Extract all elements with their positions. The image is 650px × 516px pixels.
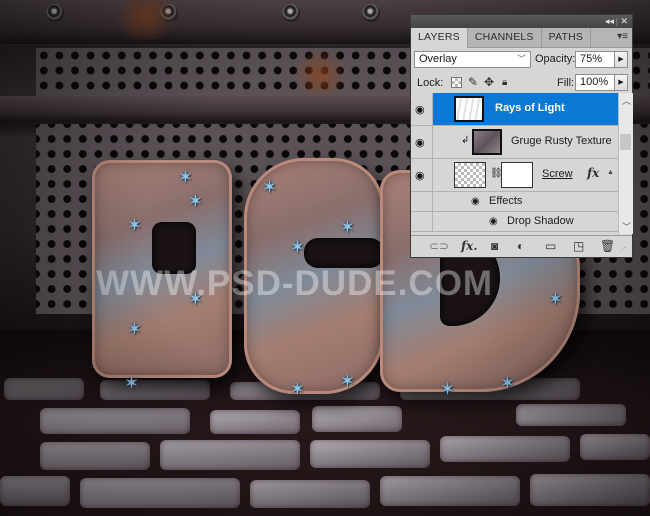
delete-layer-icon[interactable]: 🗑︎: [600, 239, 615, 253]
tab-paths[interactable]: PATHS: [542, 28, 592, 47]
visibility-toggle[interactable]: ◉: [411, 159, 433, 191]
fill-label: Fill:: [557, 77, 575, 89]
fill-slider-button[interactable]: ▶: [614, 74, 628, 91]
layer-name[interactable]: Screw: [542, 168, 573, 180]
lock-label: Lock:: [417, 77, 444, 89]
opacity-input[interactable]: 75%: [575, 51, 615, 68]
chevron-down-icon: ﹀: [516, 54, 526, 64]
link-layers-icon[interactable]: ⊂⊃: [429, 239, 449, 253]
panel-tabs: LAYERS CHANNELS PATHS ▾≡: [411, 28, 632, 48]
fx-badge-icon[interactable]: fx: [587, 166, 599, 180]
resize-grip-icon[interactable]: ⋰: [619, 244, 626, 258]
scrollbar-thumb[interactable]: [620, 134, 631, 150]
lock-image-brush-icon[interactable]: ✎: [468, 76, 478, 89]
eye-icon[interactable]: ◉: [471, 196, 480, 207]
scroll-up-icon[interactable]: ︿: [622, 94, 631, 107]
layers-bottom-toolbar: ⊂⊃ fx. ◙ ◐ ▭ ◳ 🗑︎ ⋰: [411, 235, 632, 257]
fill-input[interactable]: 100%: [575, 74, 615, 91]
layer-mask-thumbnail[interactable]: [501, 162, 533, 188]
lock-transparency-icon[interactable]: [451, 77, 462, 88]
layer-thumbnail: [472, 129, 502, 155]
layer-thumbnail: [454, 162, 486, 188]
blend-opacity-row: Overlay ﹀ Opacity: 75% ▶: [411, 48, 632, 72]
eye-icon: ◉: [415, 170, 425, 182]
layer-thumbnail: [454, 96, 484, 122]
effects-label: Effects: [489, 195, 523, 207]
opacity-label: Opacity:: [535, 53, 576, 65]
layer-name[interactable]: Rays of Light: [495, 102, 565, 114]
collapse-panel-icon[interactable]: ◂◂: [605, 16, 614, 27]
layer-name[interactable]: Gruge Rusty Texture: [511, 135, 612, 147]
eye-icon: ◉: [415, 104, 425, 116]
new-group-icon[interactable]: ▭: [545, 239, 556, 253]
visibility-toggle[interactable]: ◉: [411, 93, 433, 125]
layer-rays-of-light[interactable]: ◉ Rays of Light: [411, 93, 618, 126]
close-panel-icon[interactable]: ✕: [620, 16, 628, 27]
lock-position-move-icon[interactable]: ✥: [484, 76, 494, 89]
eye-icon[interactable]: ◉: [489, 216, 498, 227]
lock-all-padlock-icon[interactable]: 🔒︎: [502, 76, 507, 89]
layers-panel: ◂◂ | ✕ LAYERS CHANNELS PATHS ▾≡ Overlay …: [410, 14, 633, 258]
effects-row[interactable]: ◉ Effects: [411, 192, 618, 212]
collapse-effects-arrow-icon[interactable]: ▲: [607, 169, 614, 176]
lock-fill-row: Lock: ✎ ✥ 🔒︎ Fill: 100% ▶: [411, 72, 632, 95]
panel-menu-icon[interactable]: ▾≡: [617, 31, 628, 42]
tab-channels[interactable]: CHANNELS: [468, 28, 542, 47]
layer-gruge-rusty-texture[interactable]: ◉ ↲ Gruge Rusty Texture: [411, 126, 618, 159]
panel-titlebar[interactable]: ◂◂ | ✕: [411, 15, 632, 28]
scroll-down-icon[interactable]: ﹀: [622, 220, 631, 233]
opacity-slider-button[interactable]: ▶: [614, 51, 628, 68]
layers-list: ◉ Rays of Light ◉ ↲ Gruge Rusty Texture …: [411, 93, 618, 234]
blend-mode-value: Overlay: [419, 53, 457, 65]
fx-icon[interactable]: fx.: [461, 239, 478, 253]
clipping-mask-arrow-icon: ↲: [461, 135, 470, 146]
effect-drop-shadow[interactable]: ◉ Drop Shadow: [411, 212, 618, 232]
titlebar-divider: |: [615, 16, 618, 26]
blend-mode-select[interactable]: Overlay ﹀: [414, 51, 531, 68]
visibility-toggle[interactable]: ◉: [411, 126, 433, 158]
tab-layers[interactable]: LAYERS: [411, 28, 468, 48]
new-layer-icon[interactable]: ◳: [573, 239, 584, 253]
adjustment-layer-icon[interactable]: ◐: [517, 239, 524, 253]
eyecell-blank: [411, 212, 433, 231]
layers-scrollbar[interactable]: ︿ ﹀: [618, 93, 633, 234]
eyecell-blank: [411, 192, 433, 211]
eye-icon: ◉: [415, 137, 425, 149]
layer-screw[interactable]: ◉ ⛓ Screw fx ▲: [411, 159, 618, 192]
add-mask-icon[interactable]: ◙: [491, 239, 498, 253]
effect-name: Drop Shadow: [507, 215, 574, 227]
